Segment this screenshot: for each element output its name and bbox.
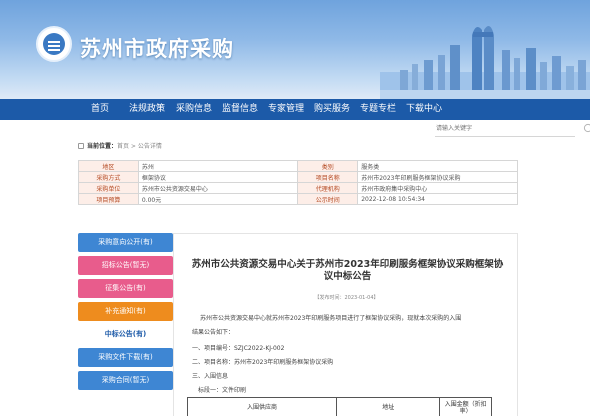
side-item-award[interactable]: 中标公告(有) [78, 325, 173, 344]
shortlist-heading: 三、入围信息 [192, 373, 229, 380]
budget-value: 0.00元 [137, 193, 299, 205]
side-item-intent[interactable]: 采购意向公开(有) [78, 233, 173, 252]
category-value: 服务类 [357, 160, 518, 172]
logo-emblem-icon[interactable] [36, 26, 72, 62]
side-item-supplement[interactable]: 补充通知(有) [78, 302, 173, 321]
nav-item-home[interactable]: 首页 [91, 99, 109, 120]
method-label: 采购方式 [78, 171, 139, 183]
side-menu: 采购意向公开(有) 招标公告(暂无) 征集公告(有) 补充通知(有) 中标公告(… [78, 233, 173, 394]
nav-item-regulations[interactable]: 法规政策 [129, 99, 165, 120]
region-label: 地区 [78, 160, 139, 172]
breadcrumb-path[interactable]: 首页 > 公告详情 [117, 143, 162, 150]
location-icon [78, 143, 84, 149]
search-input[interactable] [435, 122, 575, 137]
budget-label: 项目预算 [78, 193, 139, 205]
side-item-file-download[interactable]: 采购文件下载(有) [78, 348, 173, 367]
table-row: 采购单位 苏州市公共资源交易中心 代理机构 苏州市政府集中采购中心 [78, 182, 518, 194]
section-one: 标段一：文件印刷 [198, 387, 247, 394]
intro-paragraph: 苏州市公共资源交易中心就苏州市2023年印刷服务项目进行了框架协议采购，现就本次… [200, 315, 462, 322]
purchaser-label: 采购单位 [78, 182, 139, 194]
nav-item-downloads[interactable]: 下载中心 [406, 99, 442, 120]
breadcrumb-label: 当前位置： [87, 143, 118, 150]
agency-label: 代理机构 [297, 182, 359, 194]
intro-paragraph-cont: 结果公告如下： [192, 329, 235, 336]
agency-value: 苏州市政府集中采购中心 [357, 182, 518, 194]
main-nav: 首页 法规政策 采购信息 监督信息 专家管理 购买服务 专题专栏 下载中心 [0, 99, 590, 120]
header-supplier: 入围供应商 [186, 397, 338, 416]
project-name-label: 项目名称 [297, 171, 359, 183]
article-title: 苏州市公共资源交易中心关于苏州市2023年印刷服务框架协议采购框架协 议中标公告 [190, 259, 505, 283]
search-bar [78, 120, 590, 140]
article-title-line: 议中标公告 [323, 271, 372, 282]
publish-time-label: 公示时间 [297, 193, 359, 205]
side-item-tender[interactable]: 招标公告(暂无) [78, 256, 173, 275]
award-table: 入围供应商 地址 入围金额（折扣率） [186, 397, 492, 416]
site-title[interactable]: 苏州市政府采购 [80, 33, 234, 63]
nav-item-purchase-services[interactable]: 购买服务 [314, 99, 350, 120]
publish-time-value: 2022-12-08 10:54:34 [357, 193, 518, 205]
side-item-solicitation[interactable]: 征集公告(有) [78, 279, 173, 298]
region-value: 苏州 [137, 160, 299, 172]
city-skyline-image [380, 26, 590, 99]
project-info-table: 地区 苏州 类别 服务类 采购方式 框架协议 项目名称 苏州市2023年印刷服务… [78, 160, 518, 205]
header-amount: 入围金额（折扣率） [439, 397, 492, 416]
table-row: 地区 苏州 类别 服务类 [78, 160, 518, 172]
nav-item-special-topics[interactable]: 专题专栏 [360, 99, 396, 120]
nav-item-procurement-info[interactable]: 采购信息 [176, 99, 212, 120]
method-value: 框架协议 [137, 171, 299, 183]
search-icon[interactable] [583, 123, 590, 135]
category-label: 类别 [297, 160, 359, 172]
nav-item-experts[interactable]: 专家管理 [268, 99, 304, 120]
nav-item-supervision[interactable]: 监督信息 [222, 99, 258, 120]
side-item-contract[interactable]: 采购合同(暂无) [78, 371, 173, 390]
project-name-value: 苏州市2023年印刷服务框架协议采购 [357, 171, 518, 183]
table-row: 采购方式 框架协议 项目名称 苏州市2023年印刷服务框架协议采购 [78, 171, 518, 183]
article-title-line: 苏州市公共资源交易中心关于苏州市2023年印刷服务框架协议采购框架协 [191, 259, 504, 270]
header-banner: 苏州市政府采购 [0, 0, 590, 99]
table-header-row: 入围供应商 地址 入围金额（折扣率） [186, 397, 492, 416]
table-row: 项目预算 0.00元 公示时间 2022-12-08 10:54:34 [78, 193, 518, 205]
project-name: 二、项目名称：苏州市2023年印刷服务框架协议采购 [192, 359, 334, 366]
breadcrumb: 当前位置：首页 > 公告详情 [78, 141, 162, 150]
article-content: 苏州市公共资源交易中心关于苏州市2023年印刷服务框架协议采购框架协 议中标公告… [173, 233, 518, 416]
publish-time: 【发布时间：2023-01-04】 [314, 295, 379, 301]
purchaser-value: 苏州市公共资源交易中心 [137, 182, 299, 194]
project-number: 一、项目编号：SZJC2022-KJ-002 [192, 345, 285, 352]
header-address: 地址 [336, 397, 441, 416]
